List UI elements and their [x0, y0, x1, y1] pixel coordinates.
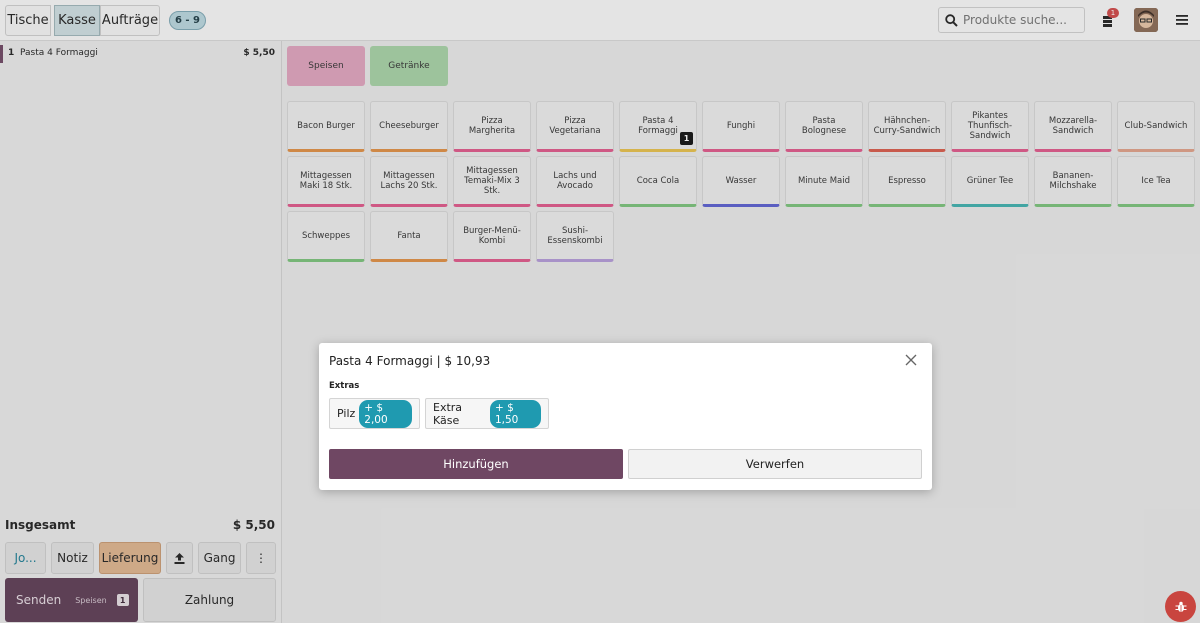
debug-button[interactable] [1165, 591, 1196, 622]
extra-price-badge: + $ 1,50 [489, 399, 541, 428]
extra-name: Pilz [337, 407, 356, 420]
extra-option-pilz[interactable]: Pilz + $ 2,00 [329, 398, 420, 429]
add-button[interactable]: Hinzufügen [329, 449, 623, 479]
extras-label: Extras [329, 381, 360, 391]
product-configurator-dialog: Pasta 4 Formaggi | $ 10,93 Extras Pilz +… [319, 343, 932, 490]
modal-backdrop [0, 0, 1200, 623]
extra-name: Extra Käse [433, 400, 463, 427]
dialog-title: Pasta 4 Formaggi | $ 10,93 [329, 354, 491, 368]
discard-button[interactable]: Verwerfen [628, 449, 922, 479]
close-icon[interactable] [905, 354, 917, 366]
extra-price-badge: + $ 2,00 [359, 399, 412, 428]
bug-icon [1175, 601, 1186, 612]
extra-option-extra-kaese[interactable]: Extra Käse + $ 1,50 [425, 398, 549, 429]
